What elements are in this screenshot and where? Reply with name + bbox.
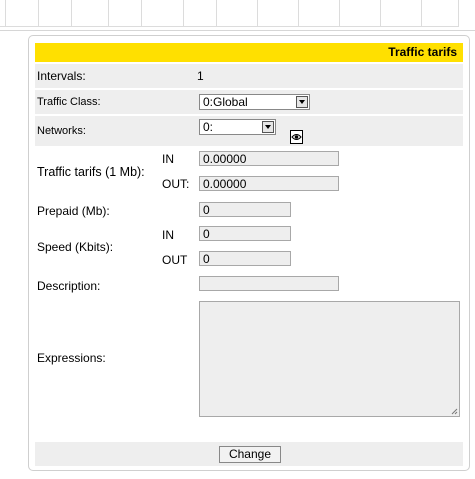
intervals-label: Intervals: xyxy=(37,69,86,83)
traffic-class-label: Traffic Class: xyxy=(37,96,101,108)
form-footer: Change xyxy=(35,442,463,466)
speed-in-label: IN xyxy=(162,228,174,242)
grid-cell xyxy=(381,0,422,27)
traffic-tarifs-in-label: IN xyxy=(162,152,174,166)
traffic-tarifs-row: Traffic tarifs (1 Mb): IN 0.00000 OUT: 0… xyxy=(35,148,463,196)
networks-row: Networks: 0: xyxy=(35,116,463,146)
description-input[interactable] xyxy=(199,276,339,291)
description-label: Description: xyxy=(37,279,101,293)
grid-cell xyxy=(6,0,39,27)
prepaid-input[interactable]: 0 xyxy=(199,202,291,217)
prepaid-label: Prepaid (Mb): xyxy=(37,204,110,218)
expressions-label: Expressions: xyxy=(37,351,106,365)
divider xyxy=(0,30,475,31)
chevron-down-icon xyxy=(296,96,308,108)
traffic-tarifs-out-input[interactable]: 0.00000 xyxy=(199,176,339,191)
expressions-row: Expressions: xyxy=(35,300,463,418)
traffic-class-select[interactable]: 0:Global xyxy=(199,94,310,110)
grid-cell xyxy=(184,0,217,27)
grid-cell xyxy=(217,0,258,27)
speed-row: Speed (Kbits): IN 0 OUT 0 xyxy=(35,224,463,272)
traffic-class-row: Traffic Class: 0:Global xyxy=(35,90,463,114)
speed-in-input[interactable]: 0 xyxy=(199,226,291,241)
panel-title: Traffic tarifs xyxy=(388,45,457,59)
grid-cell xyxy=(340,0,381,27)
description-row: Description: xyxy=(35,274,463,298)
networks-label: Networks: xyxy=(37,125,86,137)
grid-cell xyxy=(72,0,109,27)
chevron-down-icon xyxy=(262,121,274,133)
top-grid-strip xyxy=(0,0,475,27)
traffic-tarifs-panel: Traffic tarifs Intervals: 1 Traffic Clas… xyxy=(28,35,470,471)
networks-selected: 0: xyxy=(203,120,214,134)
traffic-tarifs-in-input[interactable]: 0.00000 xyxy=(199,151,339,166)
grid-cell xyxy=(109,0,142,27)
resize-handle-icon xyxy=(451,408,458,415)
panel-title-bar: Traffic tarifs xyxy=(35,43,463,62)
speed-label: Speed (Kbits): xyxy=(37,240,114,254)
traffic-class-selected: 0:Global xyxy=(203,95,248,109)
traffic-tarifs-label: Traffic tarifs (1 Mb): xyxy=(37,165,145,179)
speed-out-input[interactable]: 0 xyxy=(199,251,291,266)
view-icon[interactable] xyxy=(290,130,303,144)
prepaid-row: Prepaid (Mb): 0 xyxy=(35,199,463,221)
grid-cell xyxy=(299,0,340,27)
grid-cell xyxy=(39,0,72,27)
grid-cell xyxy=(142,0,184,27)
networks-select[interactable]: 0: xyxy=(199,119,276,135)
change-button[interactable]: Change xyxy=(219,446,281,463)
traffic-tarifs-out-label: OUT: xyxy=(162,177,190,191)
speed-out-label: OUT xyxy=(162,253,188,267)
grid-cell xyxy=(258,0,299,27)
intervals-value: 1 xyxy=(197,69,204,83)
intervals-row: Intervals: 1 xyxy=(35,64,463,88)
grid-cell xyxy=(422,0,459,27)
expressions-textarea[interactable] xyxy=(199,301,460,417)
